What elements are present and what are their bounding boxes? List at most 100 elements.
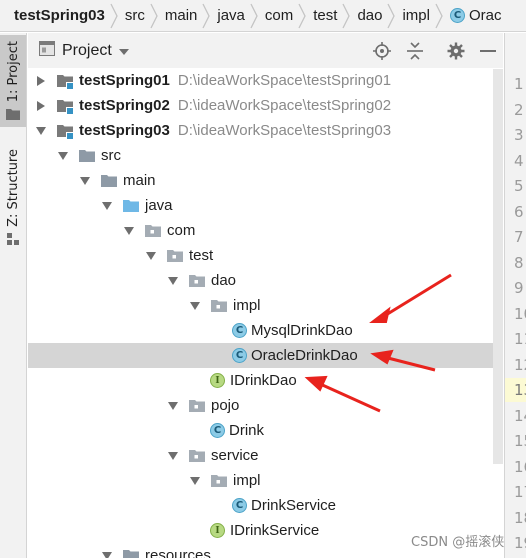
breadcrumb-label: com xyxy=(264,7,294,24)
gear-icon[interactable] xyxy=(446,41,466,61)
expand-arrow-down-icon[interactable] xyxy=(188,293,202,318)
tree-item-idrinkdao[interactable]: I IDrinkDao xyxy=(28,368,503,393)
line-number: 15 xyxy=(514,432,526,450)
editor-line-gutter: 1234567891011121314151617181920 xyxy=(504,33,526,558)
tree-item-drink[interactable]: C Drink xyxy=(28,418,503,443)
tree-item-label: service xyxy=(211,447,259,464)
breadcrumb-item[interactable]: java xyxy=(217,0,245,31)
breadcrumb-item[interactable]: impl xyxy=(402,0,430,31)
module-path: D:\ideaWorkSpace\testSpring03 xyxy=(177,122,392,139)
class-icon: C xyxy=(232,323,247,338)
tree-item-label: testSpring02 xyxy=(79,97,170,114)
project-tab-label: 1: Project xyxy=(5,41,21,103)
expand-arrow-down-icon[interactable] xyxy=(78,168,92,193)
project-icon xyxy=(39,41,55,60)
project-panel-header: Project xyxy=(28,33,503,69)
expand-arrow-down-icon[interactable] xyxy=(166,268,180,293)
breadcrumb-separator-icon xyxy=(109,0,119,31)
breadcrumb-item[interactable]: main xyxy=(164,0,198,31)
tree-item-label: DrinkService xyxy=(251,497,337,514)
class-icon: C xyxy=(210,423,225,438)
tree-item-impl[interactable]: impl xyxy=(28,293,503,318)
expand-arrow-down-icon[interactable] xyxy=(122,218,136,243)
tree-item-testspring01[interactable]: testSpring01 D:\ideaWorkSpace\testSpring0… xyxy=(28,68,503,93)
project-tool-window-button[interactable]: 1: Project xyxy=(0,35,26,127)
tree-scrollbar[interactable] xyxy=(493,69,503,464)
tree-item-label: dao xyxy=(211,272,237,289)
expand-arrow-down-icon[interactable] xyxy=(56,143,70,168)
expand-arrow-down-icon[interactable] xyxy=(34,118,48,143)
line-number: 11 xyxy=(514,330,526,348)
tree-item-label: java xyxy=(145,197,173,214)
tree-item-label: MysqlDrinkDao xyxy=(251,322,353,339)
line-number: 3 xyxy=(514,126,524,144)
tree-item-test[interactable]: test xyxy=(28,243,503,268)
expand-arrow-down-icon[interactable] xyxy=(188,468,202,493)
expand-arrow-right-icon[interactable] xyxy=(34,93,48,118)
expand-arrow-down-icon[interactable] xyxy=(144,243,158,268)
tree-item-label: test xyxy=(189,247,214,264)
line-number: 12 xyxy=(514,355,526,374)
breadcrumb: testSpring03 src main java com test dao impl C Or… xyxy=(0,0,526,32)
tree-item-java[interactable]: java xyxy=(28,193,503,218)
structure-tool-window-button[interactable]: Z: Structure xyxy=(0,145,26,245)
breadcrumb-item[interactable]: src xyxy=(124,0,145,31)
line-number: 8 xyxy=(514,253,524,272)
expand-arrow-down-icon[interactable] xyxy=(166,393,180,418)
tree-item-dao[interactable]: dao xyxy=(28,268,503,293)
breadcrumb-label: src xyxy=(124,7,145,24)
tree-item-testspring02[interactable]: testSpring02 D:\ideaWorkSpace\testSpring0… xyxy=(28,93,503,118)
tree-item-label: testSpring03 xyxy=(79,122,170,139)
locate-icon[interactable] xyxy=(372,41,392,61)
hide-icon[interactable] xyxy=(478,41,498,61)
tree-item-service[interactable]: service xyxy=(28,443,503,468)
project-view-selector[interactable]: Project xyxy=(39,41,129,60)
breadcrumb-label: impl xyxy=(402,7,430,24)
tree-item-label: com xyxy=(167,222,196,239)
line-number: 16 xyxy=(514,457,526,476)
breadcrumb-item[interactable]: dao xyxy=(357,0,383,31)
expand-arrow-right-icon[interactable] xyxy=(34,68,48,93)
expand-arrow-down-icon[interactable] xyxy=(100,193,114,218)
module-folder-icon xyxy=(56,98,74,114)
breadcrumb-label: dao xyxy=(357,7,383,24)
folder-folder-icon xyxy=(78,148,96,164)
package-folder-icon xyxy=(144,223,162,239)
expand-arrow-down-icon[interactable] xyxy=(100,543,114,558)
collapse-all-icon[interactable] xyxy=(405,41,425,61)
tree-item-label: impl xyxy=(233,297,261,314)
tree-item-label: IDrinkDao xyxy=(230,372,297,389)
tree-item-com[interactable]: com xyxy=(28,218,503,243)
line-number: 2 xyxy=(514,100,524,119)
tree-item-oracledrinkdao[interactable]: C OracleDrinkDao xyxy=(28,343,503,368)
tree-item-impl[interactable]: impl xyxy=(28,468,503,493)
expand-arrow-down-icon[interactable] xyxy=(166,443,180,468)
watermark: CSDN @摇滚侠 xyxy=(411,535,505,550)
breadcrumb-item[interactable]: testSpring03 xyxy=(14,0,105,31)
tree-item-label: impl xyxy=(233,472,261,489)
tree-item-drinkservice[interactable]: C DrinkService xyxy=(28,493,503,518)
tree-item-main[interactable]: main xyxy=(28,168,503,193)
breadcrumb-item[interactable]: C Orac xyxy=(449,0,502,31)
project-tree: testSpring01 D:\ideaWorkSpace\testSpring0… xyxy=(28,68,503,558)
tree-item-label: testSpring01 xyxy=(79,72,170,89)
breadcrumb-label: java xyxy=(217,7,245,24)
tree-item-testspring03[interactable]: testSpring03 D:\ideaWorkSpace\testSpring0… xyxy=(28,118,503,143)
breadcrumb-label: main xyxy=(164,7,198,24)
breadcrumb-separator-icon xyxy=(201,0,211,31)
package-folder-icon xyxy=(166,248,184,264)
breadcrumb-separator-icon xyxy=(341,0,351,31)
breadcrumb-item[interactable]: com xyxy=(264,0,294,31)
tree-item-pojo[interactable]: pojo xyxy=(28,393,503,418)
tree-item-mysqldrinkdao[interactable]: C MysqlDrinkDao xyxy=(28,318,503,343)
line-number: 5 xyxy=(514,177,524,195)
folder-folder-icon xyxy=(122,548,140,558)
module-folder-icon xyxy=(56,123,74,139)
tree-item-label: IDrinkService xyxy=(230,522,320,539)
structure-tab-label: Z: Structure xyxy=(5,149,21,227)
interface-icon: I xyxy=(210,373,225,388)
tree-item-src[interactable]: src xyxy=(28,143,503,168)
breadcrumb-item[interactable]: test xyxy=(313,0,337,31)
editor-tab-strip xyxy=(505,33,526,69)
source-root-folder-icon xyxy=(122,198,140,214)
